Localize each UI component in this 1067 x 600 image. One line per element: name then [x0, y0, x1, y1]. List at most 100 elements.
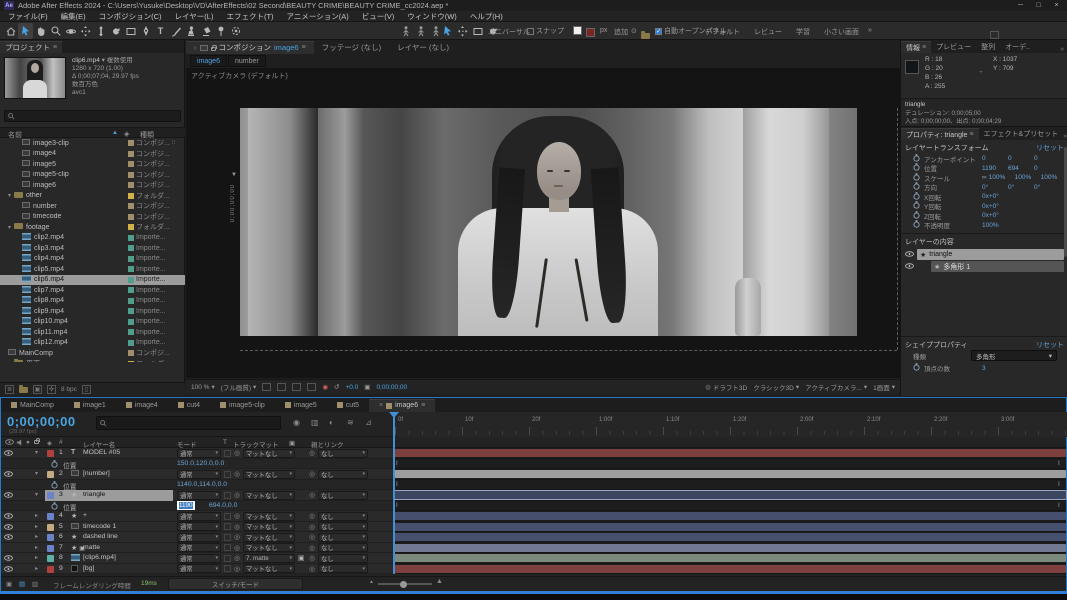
- property-row[interactable]: 位置150.0,120.0,0.0II: [1, 459, 1066, 470]
- project-item-row[interactable]: MainCompコンポジ...: [0, 348, 185, 359]
- parent-pickwhip-icon[interactable]: ◎: [309, 449, 315, 457]
- label-color-chip[interactable]: [128, 361, 134, 362]
- minimize-button[interactable]: ─: [1012, 0, 1029, 11]
- label-color-chip[interactable]: [128, 256, 134, 262]
- layer-name[interactable]: [bg]: [83, 565, 94, 572]
- property-value[interactable]: 0x+0°: [982, 193, 1008, 200]
- trkmat-dropdown[interactable]: マットなし▾: [243, 470, 295, 479]
- project-item-row[interactable]: clip4.mp4Importe...: [0, 254, 185, 265]
- property-value[interactable]: 0x+0°: [982, 212, 1008, 219]
- layer-color-chip[interactable]: [47, 450, 54, 457]
- property-value[interactable]: 0: [1034, 165, 1060, 172]
- project-item-row[interactable]: ▾footageフォルダ...: [0, 222, 185, 233]
- label-color-chip[interactable]: [128, 151, 134, 157]
- property-row[interactable]: 位置1190694.0,0.0II: [1, 501, 1066, 512]
- expand-twirl[interactable]: ▸: [35, 523, 38, 530]
- tab-properties[interactable]: プロパティ: triangle≡: [901, 128, 979, 140]
- parent-dropdown[interactable]: なし▾: [318, 470, 368, 479]
- reset-transform-button[interactable]: リセット: [1036, 143, 1064, 153]
- snapshot-icon[interactable]: ▣: [364, 383, 370, 391]
- back-chevron-icon[interactable]: ‹: [194, 43, 197, 52]
- label-color-chip[interactable]: [128, 235, 134, 241]
- comp-tab-image5[interactable]: image5: [275, 399, 327, 412]
- layer-color-chip[interactable]: [47, 545, 54, 552]
- project-item-row[interactable]: clip3.mp4Importe...: [0, 243, 185, 254]
- eraser-tool[interactable]: [198, 23, 213, 39]
- layer-duration-bar[interactable]: [394, 565, 1066, 573]
- selection-gizmo-button[interactable]: [440, 23, 455, 39]
- roto-brush-tool[interactable]: [228, 23, 243, 39]
- workspace-search-icon[interactable]: [990, 31, 999, 39]
- preserve-transparency-checkbox[interactable]: [224, 534, 231, 541]
- keyframe-icon[interactable]: I: [1058, 481, 1060, 488]
- sort-arrow-icon[interactable]: ▲: [112, 130, 118, 136]
- new-composition-button[interactable]: ▣: [33, 385, 42, 394]
- project-item-row[interactable]: clip12.mp4Importe...: [0, 338, 185, 349]
- collapse-twirl[interactable]: ▾: [35, 470, 38, 477]
- property-row[interactable]: 位置1140.0,114.0,0.0II: [1, 480, 1066, 491]
- parent-pickwhip-icon[interactable]: ◎: [309, 565, 315, 573]
- property-value[interactable]: 0°: [982, 184, 1008, 191]
- tab-info[interactable]: 情報≡: [901, 41, 931, 53]
- time-ruler[interactable]: 0f10f20f1:00f1:10f1:20f2:00f2:10f2:20f3:…: [394, 412, 1067, 437]
- timeline-search-input[interactable]: [96, 416, 281, 430]
- stopwatch-icon[interactable]: [913, 363, 920, 373]
- eye-icon[interactable]: [4, 492, 13, 500]
- trkmat-dropdown[interactable]: マットなし▾: [243, 491, 295, 500]
- menu-item[interactable]: レイヤー(L): [175, 11, 214, 22]
- motion-blur-icon[interactable]: ◐: [329, 418, 334, 427]
- project-item-row[interactable]: clip2.mp4Importe...: [0, 233, 185, 244]
- folder-open-twirl[interactable]: ▾: [8, 192, 11, 199]
- property-value[interactable]: 100%: [1015, 174, 1041, 181]
- eye-icon[interactable]: [4, 555, 13, 563]
- expand-out-point-icon[interactable]: ▥: [32, 580, 38, 588]
- parent-dropdown[interactable]: なし▾: [318, 543, 368, 552]
- zoom-tool[interactable]: [48, 23, 63, 39]
- stopwatch-icon[interactable]: [913, 220, 920, 230]
- pickwhip-icon[interactable]: ◎: [234, 554, 240, 562]
- project-item-row[interactable]: clip6.mp4Importe...: [0, 275, 185, 286]
- stopwatch-icon[interactable]: [51, 460, 58, 470]
- frame-blend-icon[interactable]: ▥: [311, 418, 319, 427]
- project-item-row[interactable]: timecodeコンポジ...: [0, 212, 185, 223]
- close-icon[interactable]: ×: [379, 402, 383, 409]
- magnification-dropdown[interactable]: 100 % ▾: [191, 383, 215, 391]
- label-color-chip[interactable]: [128, 161, 134, 167]
- stopwatch-icon[interactable]: [913, 211, 920, 221]
- graph-editor-icon[interactable]: ⊿: [365, 418, 372, 427]
- color-depth-button[interactable]: 8 bpc: [61, 386, 77, 393]
- lock-icon[interactable]: [211, 47, 216, 51]
- rectangle-tool[interactable]: [123, 23, 138, 39]
- stroke-color-swatch[interactable]: [586, 28, 595, 37]
- mode-dropdown[interactable]: 通常▾: [177, 522, 221, 531]
- tab-overflow-chevron[interactable]: »: [1060, 46, 1067, 53]
- project-folder-icon[interactable]: [641, 33, 650, 39]
- property-value[interactable]: 0°: [1008, 184, 1034, 191]
- label-column-icon[interactable]: ◈: [124, 130, 129, 138]
- tab-audio[interactable]: オーデ..: [1000, 41, 1035, 53]
- property-value[interactable]: 0°: [1034, 184, 1060, 191]
- eye-icon[interactable]: [4, 534, 13, 542]
- layer-row[interactable]: ▾3★triangle通常▾◎マットなし▾◎なし▾: [1, 490, 1066, 501]
- zoom-slider-knob[interactable]: [400, 581, 407, 588]
- label-color-chip[interactable]: [128, 214, 134, 220]
- layer-row[interactable]: ▾1TMODEL #05通常▾◎マットなし▾◎なし▾: [1, 448, 1066, 459]
- roi-icon[interactable]: [262, 383, 271, 391]
- parent-dropdown[interactable]: なし▾: [318, 564, 368, 573]
- channel-icon[interactable]: ◉: [322, 383, 328, 391]
- layer-color-chip[interactable]: [47, 492, 54, 499]
- preserve-transparency-checkbox[interactable]: [224, 523, 231, 530]
- layer-row[interactable]: ▸7★ ▣matte通常▾◎マットなし▾◎なし▾: [1, 543, 1066, 554]
- trkmat-dropdown[interactable]: マットなし▾: [243, 543, 295, 552]
- layer-duration-bar[interactable]: [394, 470, 1066, 478]
- menu-item[interactable]: アニメーション(A): [287, 11, 349, 22]
- property-value[interactable]: 0: [982, 155, 1008, 162]
- layer-color-chip[interactable]: [47, 513, 54, 520]
- folder-closed-twirl[interactable]: ▸: [8, 360, 11, 362]
- label-color-chip[interactable]: [128, 329, 134, 335]
- project-item-row[interactable]: ▸平面フォルダ...: [0, 359, 185, 363]
- menu-item[interactable]: ファイル(F): [8, 11, 48, 22]
- property-value[interactable]: 0x+0°: [982, 203, 1008, 210]
- comp-tab-cut5[interactable]: cut5: [327, 399, 369, 412]
- collapse-twirl[interactable]: ▾: [35, 491, 38, 498]
